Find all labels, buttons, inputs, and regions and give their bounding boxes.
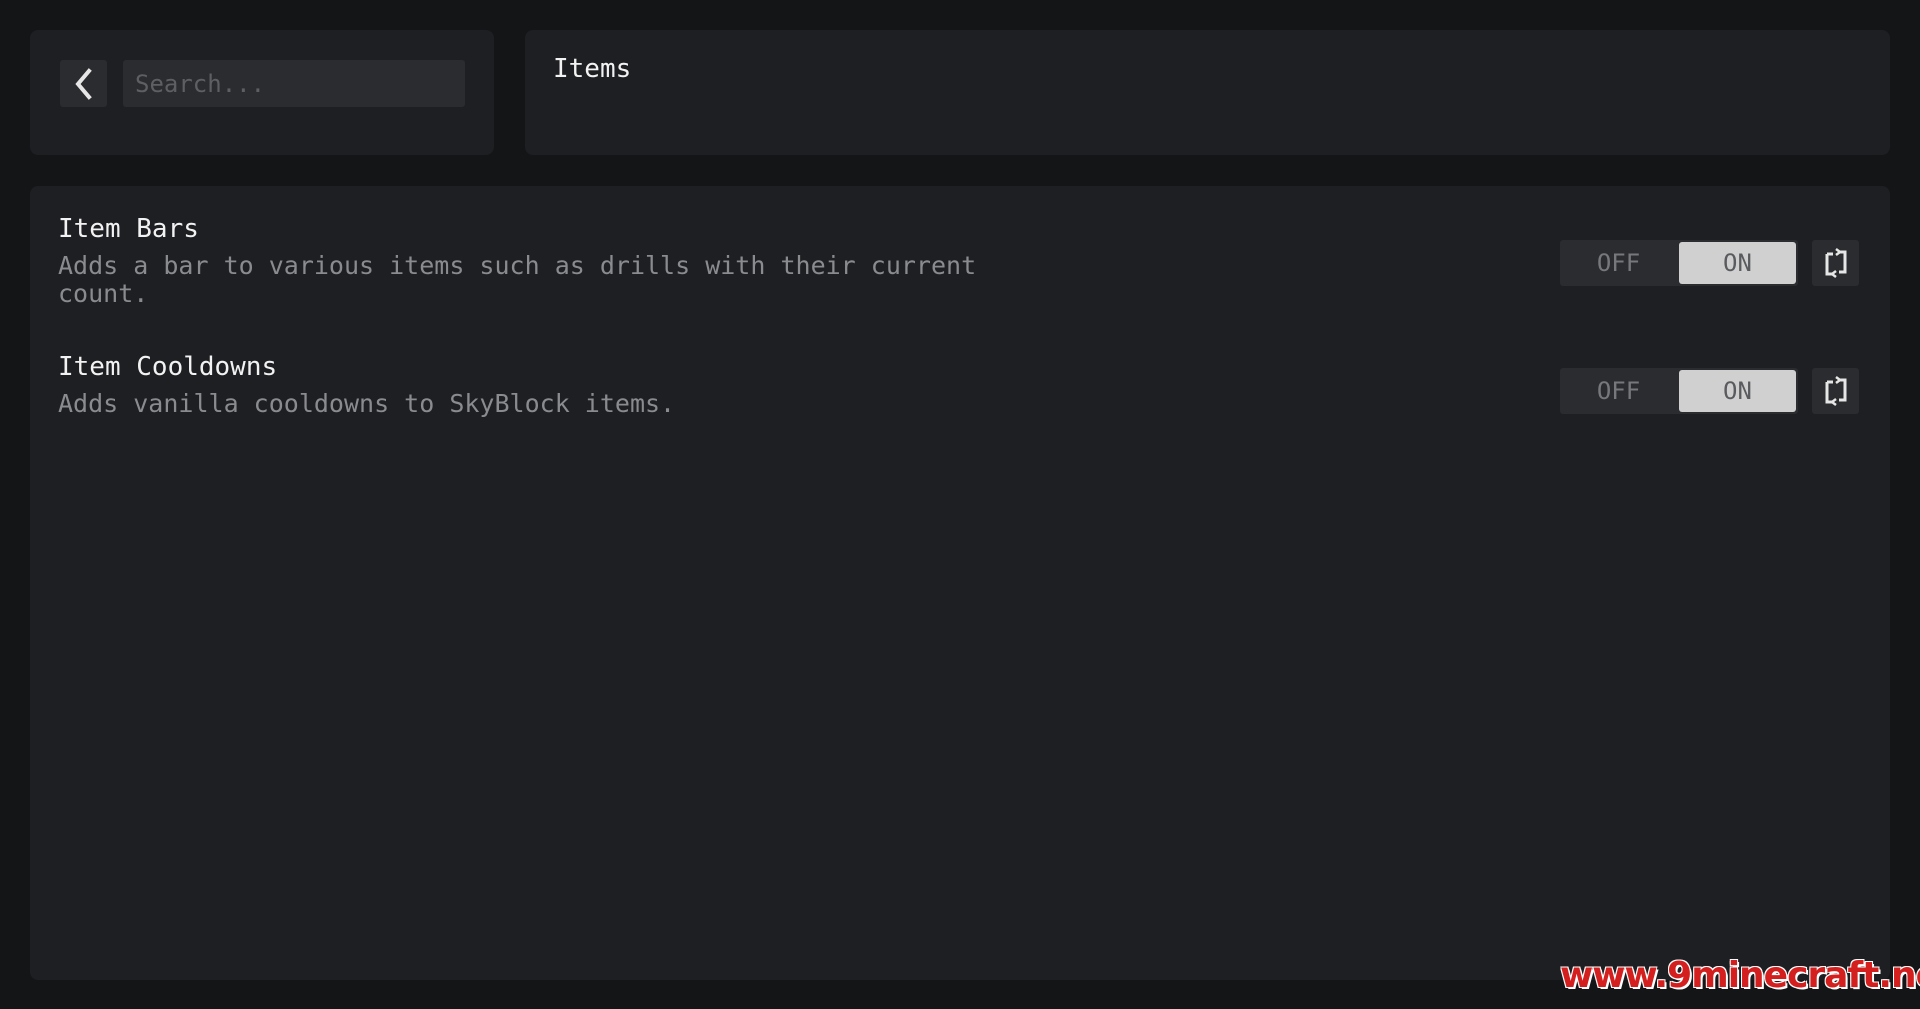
option-description: Adds a bar to various items such as dril… bbox=[58, 251, 977, 308]
option-item-bars: Item Bars Adds a bar to various items su… bbox=[30, 214, 1890, 324]
search-box[interactable] bbox=[123, 60, 465, 107]
toggle-off-button[interactable]: OFF bbox=[1560, 368, 1677, 414]
back-button[interactable] bbox=[60, 60, 107, 107]
chevron-left-icon bbox=[74, 67, 92, 100]
options-list: Item Bars Adds a bar to various items su… bbox=[30, 186, 1890, 980]
option-description: Adds vanilla cooldowns to SkyBlock items… bbox=[58, 389, 676, 418]
toggle-on-button[interactable]: ON bbox=[1679, 242, 1796, 284]
option-name: Item Cooldowns bbox=[58, 352, 278, 382]
nav-panel bbox=[30, 30, 494, 155]
toggle-on-button[interactable]: ON bbox=[1679, 370, 1796, 412]
page-title: Items bbox=[553, 54, 632, 84]
search-input[interactable] bbox=[123, 60, 465, 107]
on-off-toggle[interactable]: OFF ON bbox=[1560, 368, 1798, 414]
on-off-toggle[interactable]: OFF ON bbox=[1560, 240, 1798, 286]
option-name: Item Bars bbox=[58, 214, 199, 244]
reset-icon bbox=[1825, 376, 1846, 406]
option-item-cooldowns: Item Cooldowns Adds vanilla cooldowns to… bbox=[30, 352, 1890, 442]
reset-icon bbox=[1825, 248, 1846, 278]
reset-button[interactable] bbox=[1812, 240, 1859, 286]
toggle-off-button[interactable]: OFF bbox=[1560, 240, 1677, 286]
reset-button[interactable] bbox=[1812, 368, 1859, 414]
watermark: www.9minecraft.net bbox=[1560, 955, 1920, 996]
category-header: Items bbox=[525, 30, 1890, 155]
